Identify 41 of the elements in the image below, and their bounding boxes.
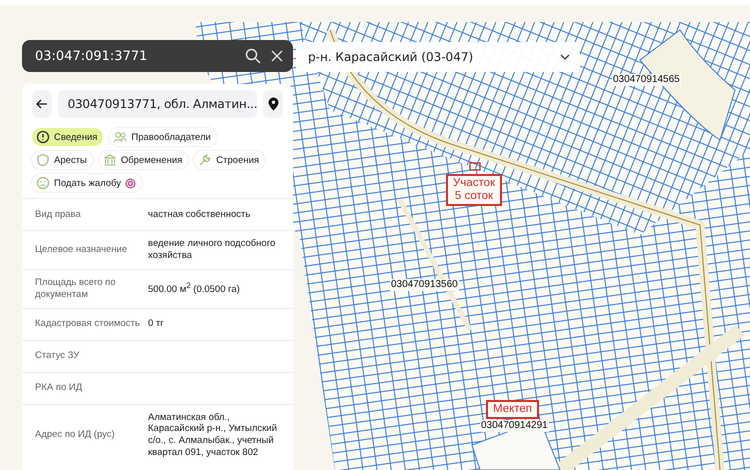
section-tab[interactable]: Сведения (32, 128, 104, 146)
region-dropdown[interactable]: р-н. Карасайский (03-047) (296, 42, 580, 72)
section-tab[interactable]: Подать жалобу (32, 174, 142, 192)
parcel-title: 030470913771, обл. Алматин... (58, 90, 258, 118)
section-tab[interactable]: Аресты (32, 151, 93, 169)
map-callout: Мектеп (486, 400, 540, 420)
field-label: РКА по ИД (35, 382, 84, 394)
parcel-number: 030470914565 (612, 74, 681, 86)
field-label: Вид права (35, 208, 82, 220)
field-value: 0 тг (148, 318, 165, 330)
search-icon[interactable] (245, 48, 261, 64)
chat-bubble-icon (125, 178, 136, 188)
parcel-number: 030470914291 (480, 420, 549, 432)
field-value: ведение личного подсобного хозяйства (148, 238, 276, 262)
section-tab[interactable]: Строения (194, 151, 266, 169)
people-icon (113, 130, 128, 144)
parcel-number: 030470913560 (390, 279, 459, 290)
sad-face-icon (36, 176, 50, 190)
field-label: Кадастровая стоимость (35, 318, 141, 330)
field-label: Статус ЗУ (35, 350, 80, 362)
bank-icon (102, 153, 117, 167)
info-icon (36, 130, 50, 144)
section-tab[interactable]: Правообладатели (109, 128, 217, 146)
close-icon[interactable] (271, 50, 283, 62)
shield-icon (36, 153, 50, 167)
field-value: частная собственность (148, 208, 252, 220)
field-label: Площадь всего по документам (35, 276, 117, 300)
field-value: Алматинская обл., Карасайский р-н., Умтылский с/о., с. Алмалыбак., учетный квартал 091, участок 802 (148, 412, 278, 459)
field-label: Целевое назначение (35, 244, 128, 256)
map-pin-icon (268, 97, 279, 111)
map-callout: Участок 5 соток (446, 174, 502, 206)
field-value: 500.00 м$^{2}$ (0.0500 га) (148, 281, 241, 296)
field-label: Адрес по ИД (рус) (35, 429, 116, 442)
section-tab[interactable]: Обременения (98, 151, 188, 169)
wrench-icon (198, 153, 212, 167)
search-bar[interactable]: 03:047:091:3771 (22, 40, 293, 72)
back-button[interactable] (32, 90, 52, 118)
search-field[interactable]: 03:047:091:3771 (35, 48, 235, 64)
location-button[interactable] (263, 90, 283, 118)
back-arrow-icon (36, 99, 48, 109)
chevron-down-icon (560, 54, 570, 60)
